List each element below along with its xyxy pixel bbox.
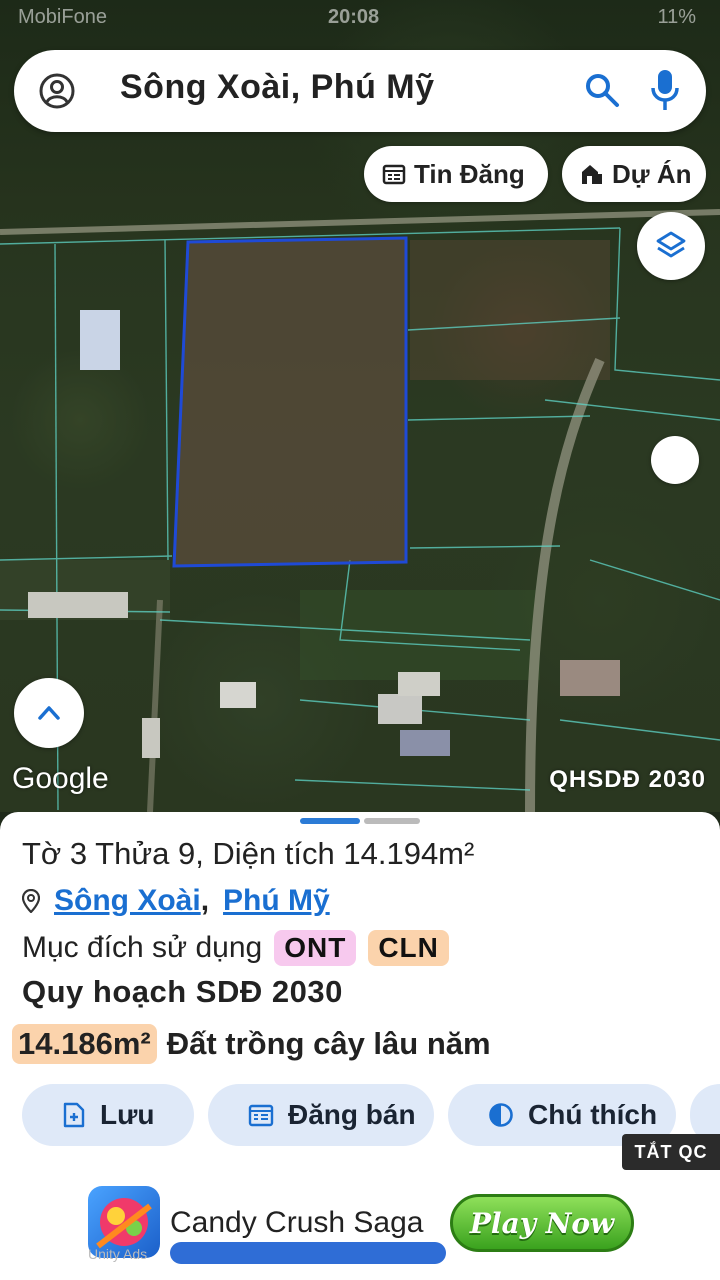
post-sale-button-label: Đăng bán [288, 1099, 416, 1130]
plan-layer-label: QHSDĐ 2030 [549, 766, 706, 793]
ad-app-name: Candy Crush Saga [170, 1206, 424, 1239]
location-separator: , [200, 884, 210, 917]
parcel-info-sheet[interactable]: Tờ 3 Thửa 9, Diện tích 14.194m² Sông Xoà… [0, 812, 720, 1280]
ad-network-label: Unity Ads [88, 1246, 148, 1262]
ad-play-now-button[interactable]: Play Now [450, 1194, 634, 1252]
add-document-icon [63, 1102, 85, 1128]
search-bar[interactable]: Sông Xoài, Phú Mỹ [14, 50, 706, 132]
calendar-list-icon [382, 164, 406, 185]
planning-title: Quy hoạch SDĐ 2030 [22, 974, 343, 1009]
building-icon [582, 165, 602, 184]
contrast-icon [489, 1103, 513, 1127]
projects-chip[interactable]: Dự Án [562, 146, 706, 202]
land-use-tag-cln: CLN [368, 930, 449, 966]
page-indicator-active [300, 818, 360, 824]
layers-icon [656, 231, 686, 258]
hide-ads-button[interactable]: TẮT QC [622, 1134, 720, 1170]
parcel-title: Tờ 3 Thửa 9, Diện tích 14.194m² [22, 836, 475, 871]
layers-button[interactable] [637, 212, 705, 280]
google-logo: Google [12, 762, 109, 795]
district-link[interactable]: Phú Mỹ [223, 884, 330, 918]
listings-chip[interactable]: Tin Đăng [364, 146, 548, 202]
ad-banner[interactable]: Candy Crush Saga Unity Ads Play Now [82, 1180, 638, 1266]
calendar-list-icon [248, 1104, 274, 1127]
location-pin-icon [22, 889, 40, 913]
page-indicator [364, 818, 420, 824]
clock: 20:08 [328, 6, 380, 28]
planning-area-row: 14.186m² Đất trồng cây lâu năm [12, 1024, 491, 1064]
ad-progress-bar [170, 1242, 446, 1264]
chevron-up-icon [38, 706, 60, 720]
projects-chip-label: Dự Án [612, 158, 692, 189]
save-button-label: Lưu [100, 1099, 155, 1130]
post-sale-button[interactable]: Đăng bán [208, 1084, 434, 1146]
land-use-label: Mục đích sử dụng [22, 931, 263, 964]
expand-up-button[interactable] [14, 678, 84, 748]
planning-area-badge: 14.186m² [12, 1024, 157, 1064]
search-query[interactable]: Sông Xoài, Phú Mỹ [120, 68, 435, 107]
save-button[interactable]: Lưu [22, 1084, 194, 1146]
satellite-map[interactable]: MobiFone 20:08 11% Sông Xoài, Phú Mỹ Tin… [0, 0, 720, 812]
account-icon[interactable] [38, 72, 76, 110]
microphone-icon[interactable] [650, 68, 680, 112]
carrier-label: MobiFone [18, 6, 107, 28]
planning-use-label: Đất trồng cây lâu năm [166, 1026, 491, 1061]
listings-chip-label: Tin Đăng [414, 158, 525, 189]
parcel-location: Sông Xoài , Phú Mỹ [22, 884, 330, 918]
land-use-row: Mục đích sử dụng ONT CLN [22, 930, 449, 966]
search-icon[interactable] [584, 72, 620, 108]
status-bar: MobiFone 20:08 11% [0, 0, 720, 36]
land-use-tag-ont: ONT [274, 930, 357, 966]
battery-level: 11% [657, 6, 696, 28]
opacity-slider-handle[interactable] [651, 436, 699, 484]
commune-link[interactable]: Sông Xoài [54, 884, 201, 918]
legend-button-label: Chú thích [528, 1099, 658, 1130]
